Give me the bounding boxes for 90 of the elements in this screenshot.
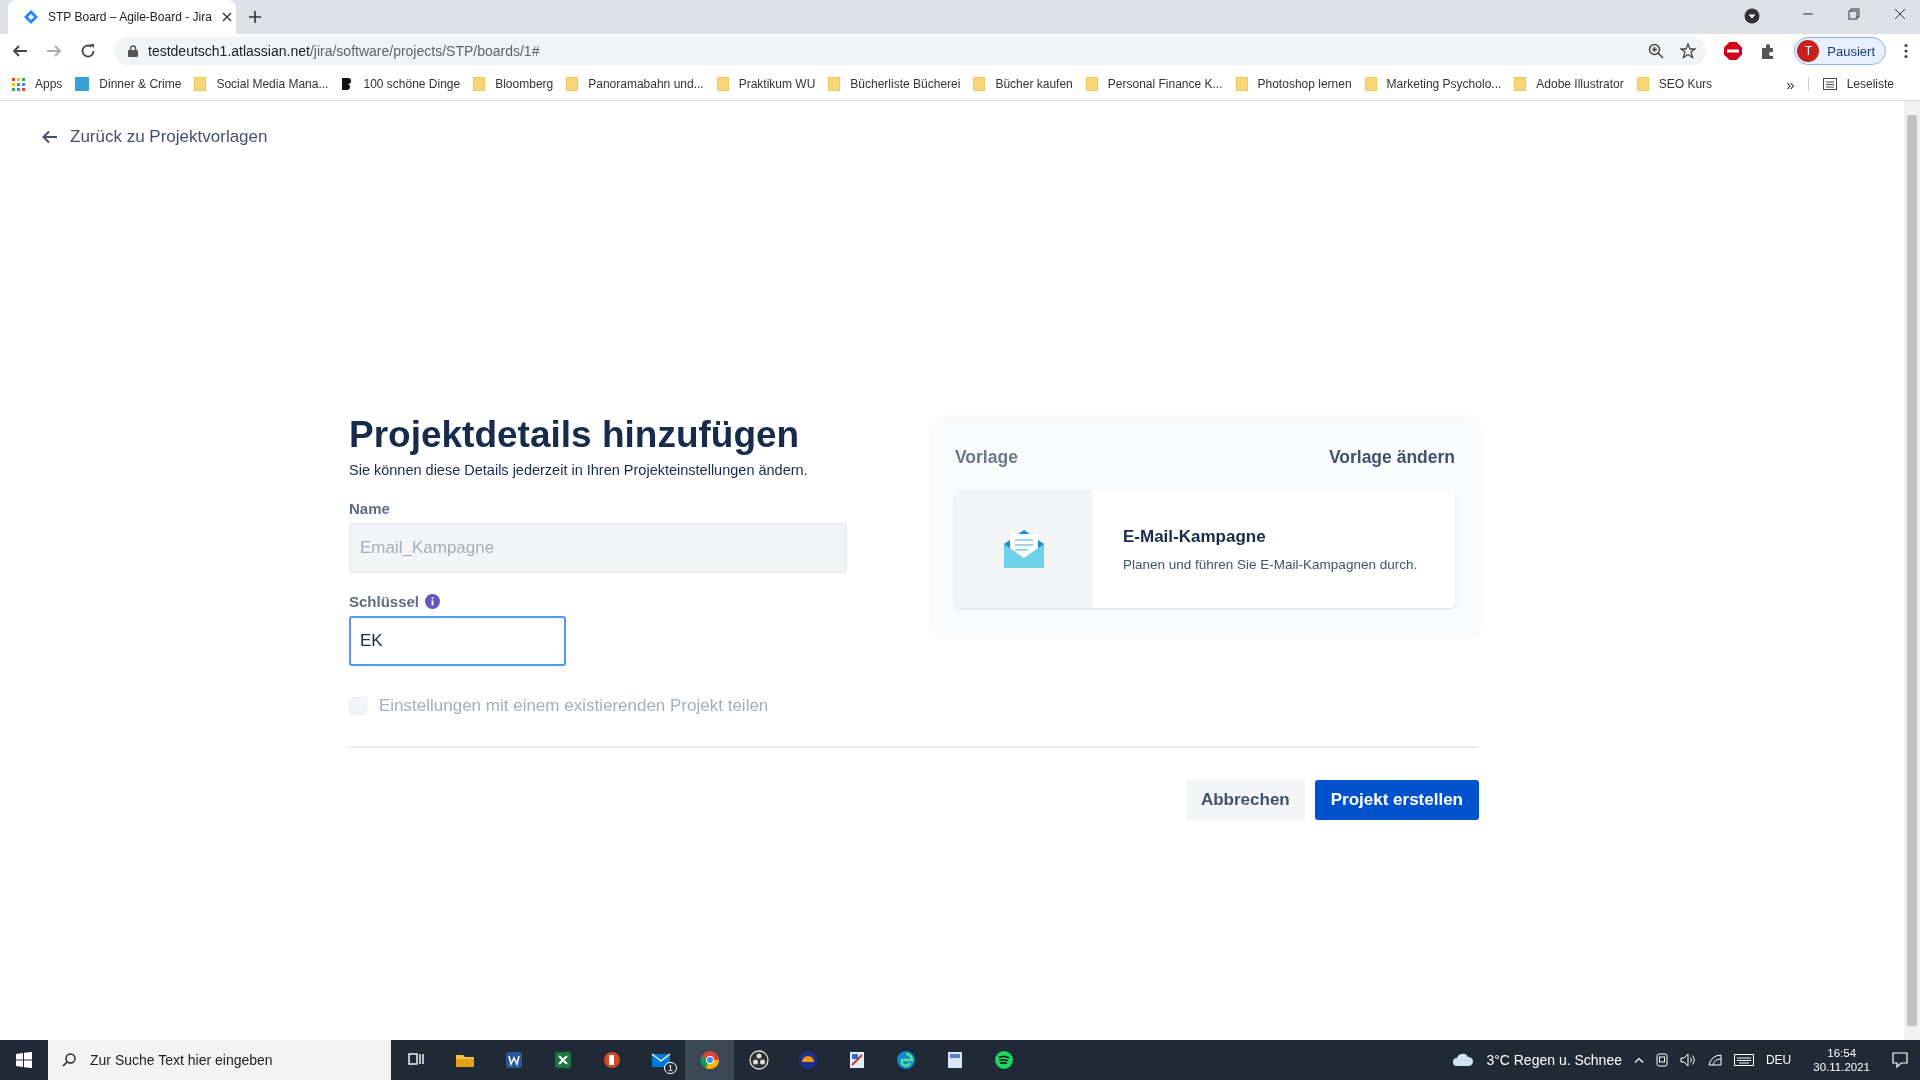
count-badge: 1 <box>664 1062 677 1074</box>
key-field[interactable]: EK <box>349 615 566 666</box>
bookmark[interactable]: Dinner & Crime <box>75 77 182 91</box>
change-template-link[interactable]: Vorlage ändern <box>1328 447 1455 468</box>
close-icon[interactable] <box>221 12 232 22</box>
clock-time[interactable]: 16:54 <box>1827 1047 1857 1059</box>
folder-icon <box>194 77 207 91</box>
folder-icon <box>1235 77 1248 91</box>
presentation-icon <box>601 1050 622 1070</box>
folder-icon <box>473 77 486 91</box>
cancel-button[interactable]: Abbrechen <box>1185 779 1305 820</box>
taskbar-button[interactable]: 1 <box>636 1040 685 1080</box>
device-icon[interactable] <box>1655 1053 1668 1067</box>
bookmark[interactable]: SEO Kurs <box>1636 77 1713 91</box>
folder-icon <box>566 77 579 91</box>
dropdown-icon[interactable] <box>1744 8 1760 24</box>
diamond-icon <box>24 10 38 24</box>
list-icon <box>1822 78 1837 90</box>
music-icon <box>993 1050 1014 1070</box>
folder-icon <box>716 77 729 91</box>
address-field[interactable]: testdeutsch1.atlassian.net/jira/software/projects/STP/boards/1# <box>114 37 1707 65</box>
zoom-icon[interactable] <box>1648 43 1665 59</box>
bookmark[interactable]: Marketing Psycholo... <box>1364 77 1502 91</box>
search-icon <box>62 1053 76 1067</box>
back-arrow-icon <box>42 130 58 144</box>
stop-sign-icon[interactable] <box>1724 42 1743 60</box>
speaker-icon[interactable] <box>1679 1053 1696 1067</box>
record-icon <box>748 1050 769 1070</box>
notification-icon[interactable] <box>1892 1052 1908 1068</box>
url-text: testdeutsch1.atlassian.net/jira/software/projects/STP/boards/1# <box>148 43 540 59</box>
grid-icon <box>12 77 25 91</box>
create-button[interactable]: Projekt erstellen <box>1314 779 1479 820</box>
folder-icon <box>1364 77 1377 91</box>
browser-tab[interactable]: STP Board – Agile-Board - Jira <box>8 0 236 34</box>
new-tab-icon[interactable] <box>248 10 262 24</box>
bookmark[interactable]: Personal Finance K... <box>1085 77 1223 91</box>
spreadsheet-icon <box>552 1050 573 1070</box>
bookmark[interactable]: Adobe Illustrator <box>1514 77 1624 91</box>
profile-label: Pausiert <box>1827 43 1875 59</box>
search-field[interactable]: Zur Suche Text hier eingeben <box>48 1040 391 1080</box>
info-icon[interactable] <box>425 593 441 609</box>
page-title: Projektdetails hinzufügen <box>349 415 801 456</box>
word-icon <box>503 1050 524 1070</box>
app-icon <box>797 1050 818 1070</box>
close-icon[interactable] <box>1894 8 1906 20</box>
template-description: Planen und führen Sie E-Mail-Kampagnen durch. <box>1123 556 1418 572</box>
back-icon[interactable] <box>12 43 28 59</box>
folder-icon <box>1636 77 1649 91</box>
star-icon[interactable] <box>1680 43 1697 59</box>
subtitle: Sie können diese Details jederzeit in Ihren Projekteinstellungen ändern. <box>349 461 809 478</box>
chevron-up-icon[interactable] <box>1633 1057 1644 1063</box>
more-icon[interactable] <box>1904 43 1908 59</box>
field-label: Name <box>349 499 391 517</box>
scrollbar[interactable] <box>1904 101 1920 1040</box>
template-name: E-Mail-Kampagne <box>1123 526 1267 547</box>
keyboard-icon[interactable] <box>1733 1054 1754 1066</box>
cloud-icon <box>1452 1052 1475 1068</box>
letter-icon <box>341 77 354 91</box>
more-bookmarks-button[interactable]: » <box>1786 75 1795 93</box>
square-icon <box>75 77 90 91</box>
bookmark[interactable]: Apps <box>12 77 63 91</box>
windows-icon[interactable] <box>16 1052 32 1068</box>
clock-date[interactable]: 30.11.2021 <box>1813 1061 1870 1073</box>
language-indicator[interactable]: DEU <box>1765 1053 1792 1067</box>
browser-icon <box>699 1050 720 1070</box>
folder-icon <box>1085 77 1098 91</box>
bookmark[interactable]: Bücherliste Bücherei <box>828 77 961 91</box>
field-label: Schlüssel <box>349 592 420 610</box>
checkbox-label: Einstellungen mit einem existierenden Projekt teilen <box>379 695 769 716</box>
folder-icon <box>828 77 841 91</box>
back-link[interactable]: Zurück zu Projektvorlagen <box>42 127 268 147</box>
browser-icon <box>895 1050 916 1070</box>
reload-icon[interactable] <box>80 43 96 59</box>
panel-heading: Vorlage <box>955 447 1018 468</box>
bookmark[interactable]: 100 schöne Dinge <box>341 77 461 91</box>
folder-icon <box>1514 77 1527 91</box>
reading-list-button[interactable]: Leseliste <box>1807 77 1894 91</box>
weather-text: 3°C Regen u. Schnee <box>1486 1052 1622 1068</box>
folder-icon <box>973 77 986 91</box>
profile-button[interactable]: T Pausiert <box>1794 37 1886 65</box>
bookmark[interactable]: Bücher kaufen <box>973 77 1073 91</box>
bookmark[interactable]: Photoshop lernen <box>1235 77 1352 91</box>
bookmark[interactable]: Panoramabahn und... <box>566 77 704 91</box>
avatar: T <box>1797 40 1820 62</box>
bookmark[interactable]: Praktikum WU <box>716 77 816 91</box>
bookmark[interactable]: Social Media Mana... <box>194 77 329 91</box>
restore-icon[interactable] <box>1848 8 1860 20</box>
bookmark[interactable]: Bloomberg <box>473 77 554 91</box>
lock-icon <box>128 45 138 57</box>
tab-title: STP Board – Agile-Board - Jira <box>48 10 212 24</box>
